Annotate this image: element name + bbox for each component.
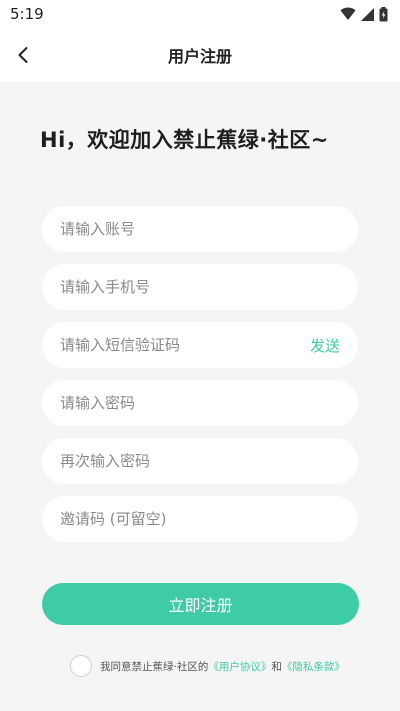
send-code-button[interactable]: 发送 bbox=[310, 335, 340, 356]
agreement-prefix: 我同意禁止蕉绿·社区的 bbox=[100, 660, 209, 673]
confirm-password-field[interactable] bbox=[42, 438, 358, 484]
invite-code-input[interactable] bbox=[60, 510, 340, 528]
phone-input[interactable] bbox=[60, 278, 340, 296]
register-button[interactable]: 立即注册 bbox=[42, 583, 359, 625]
agreement-checkbox[interactable] bbox=[70, 655, 92, 677]
sms-code-field[interactable]: 发送 bbox=[42, 322, 358, 368]
wifi-icon bbox=[340, 7, 356, 20]
password-field[interactable] bbox=[42, 380, 358, 426]
privacy-policy-link[interactable]: 《隐私条款》 bbox=[282, 661, 345, 673]
cell-signal-icon bbox=[361, 7, 374, 21]
confirm-password-input[interactable] bbox=[60, 452, 340, 470]
sms-code-input[interactable] bbox=[60, 336, 310, 354]
status-icons bbox=[340, 6, 388, 22]
battery-icon bbox=[379, 6, 388, 21]
invite-code-field[interactable] bbox=[42, 496, 358, 542]
agreement-text: 我同意禁止蕉绿·社区的《用户协议》和《隐私条款》 bbox=[100, 659, 345, 674]
status-time: 5:19 bbox=[10, 5, 44, 23]
chevron-left-icon bbox=[18, 47, 28, 63]
back-button[interactable] bbox=[8, 40, 38, 70]
nav-bar: 用户注册 bbox=[0, 28, 400, 82]
account-input[interactable] bbox=[60, 220, 340, 238]
welcome-heading: Hi，欢迎加入禁止蕉绿·社区~ bbox=[40, 128, 329, 152]
agreement-row: 我同意禁止蕉绿·社区的《用户协议》和《隐私条款》 bbox=[70, 654, 345, 678]
status-bar: 5:19 bbox=[0, 0, 400, 28]
user-agreement-link[interactable]: 《用户协议》 bbox=[208, 661, 271, 673]
page-title: 用户注册 bbox=[167, 47, 232, 66]
phone-field[interactable] bbox=[42, 264, 358, 310]
agreement-conjunction: 和 bbox=[271, 660, 282, 673]
password-input[interactable] bbox=[60, 394, 340, 412]
account-field[interactable] bbox=[42, 206, 358, 252]
